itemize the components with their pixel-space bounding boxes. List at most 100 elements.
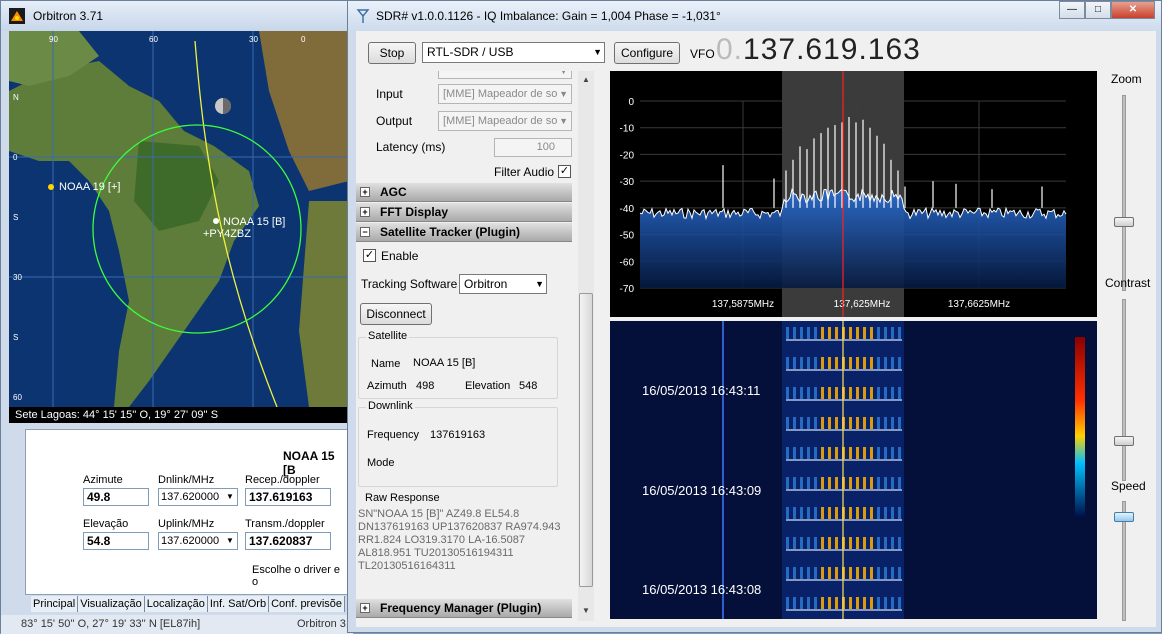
uplink-select[interactable]: 137.620000 ▼ <box>158 532 238 550</box>
tab-localizacao[interactable]: Localização <box>144 596 208 612</box>
downlink-group-title: Downlink <box>366 400 415 412</box>
y-tick-label: -60 <box>620 257 635 268</box>
minimize-button[interactable]: — <box>1059 1 1085 19</box>
waterfall-burst <box>800 387 803 399</box>
waterfall-burst <box>870 477 873 489</box>
raw-line: AL818.951 TU20130516194311 <box>358 547 514 559</box>
panel-scrollbar[interactable]: ▲ ▼ <box>578 71 594 621</box>
waterfall-burst <box>870 327 873 339</box>
previous-select[interactable]: ▼ <box>438 71 572 79</box>
section-freq-manager-label: Frequency Manager (Plugin) <box>380 601 542 615</box>
status-coordinates: 83° 15' 50'' O, 27° 19' 33'' N [EL87ih] <box>21 618 201 630</box>
waterfall-burst <box>849 567 852 579</box>
waterfall-burst <box>891 357 894 369</box>
chevron-down-icon: ▼ <box>226 492 234 501</box>
waterfall-burst <box>863 597 866 609</box>
section-agc[interactable]: + AGC <box>356 183 572 202</box>
tab-visualizacao[interactable]: Visualização <box>78 596 145 612</box>
waterfall-burst <box>793 597 796 609</box>
tab-conf-previsoes[interactable]: Conf. previsõe <box>269 596 346 612</box>
uplink-label: Uplink/MHz <box>158 518 215 530</box>
filter-audio-checkbox[interactable]: ✓ <box>558 165 571 178</box>
latency-spinner[interactable]: 100 <box>494 138 572 157</box>
spectrum-analyzer[interactable]: 0 -10 -20 -30 -40 -50 -60 -70 137,5875MHz 137,625… <box>610 71 1097 317</box>
waterfall-burst <box>849 387 852 399</box>
output-select[interactable]: [MME] Mapeador de so ▼ <box>438 111 572 131</box>
maximize-button[interactable]: □ <box>1085 1 1111 19</box>
control-panel: ▼ Input [MME] Mapeador de so ▼ Output [M… <box>356 71 594 621</box>
waterfall-burst <box>849 507 852 519</box>
section-satellite-tracker[interactable]: − Satellite Tracker (Plugin) <box>356 223 572 242</box>
elevacao-label: Elevação <box>83 518 129 530</box>
y-tick-label: -10 <box>620 124 635 135</box>
waterfall-burst <box>786 537 789 549</box>
waterfall-burst <box>884 417 887 429</box>
waterfall-burst <box>877 597 880 609</box>
waterfall-burst <box>807 567 810 579</box>
raw-line: RR1.824 LO319.3170 LA-16.5087 <box>358 534 525 546</box>
waterfall-burst <box>786 597 789 609</box>
input-select[interactable]: [MME] Mapeador de so ▼ <box>438 84 572 104</box>
azimuth-value: 498 <box>416 380 435 392</box>
speed-label: Speed <box>1111 479 1146 493</box>
waterfall-burst <box>891 477 894 489</box>
recep-field[interactable]: 137.619163 <box>245 488 331 506</box>
waterfall-burst <box>828 357 831 369</box>
tracking-software-label: Tracking Software <box>361 277 458 291</box>
satellite-label-noaa19[interactable]: NOAA 19 [+] <box>59 181 120 193</box>
scroll-down-icon[interactable]: ▼ <box>582 606 590 615</box>
scroll-thumb[interactable] <box>579 293 593 587</box>
lat-label: 30 <box>13 273 22 282</box>
vfo-frequency-display[interactable]: 0.137.619.163 <box>716 33 921 67</box>
tab-principal[interactable]: Principal <box>31 596 79 612</box>
tab-inf-sat-orb[interactable]: Inf. Sat/Orb <box>207 596 270 612</box>
waterfall-burst <box>863 357 866 369</box>
stop-button[interactable]: Stop <box>368 42 416 64</box>
world-map[interactable]: 90 60 30 0 N 0 S 30 S 60 NOAA 19 [+] NOA… <box>9 31 349 407</box>
contrast-slider-knob[interactable] <box>1114 436 1134 446</box>
waterfall-burst <box>863 327 866 339</box>
elevacao-field[interactable]: 54.8 <box>83 532 149 550</box>
waterfall-burst <box>863 537 866 549</box>
transm-field[interactable]: 137.620837 <box>245 532 331 550</box>
waterfall-burst <box>828 327 831 339</box>
raw-line: SN"NOAA 15 [B]" AZ49.8 EL54.8 <box>358 508 520 520</box>
waterfall-line <box>786 519 902 521</box>
zoom-slider-knob[interactable] <box>1114 217 1134 227</box>
elevation-value: 548 <box>519 380 538 392</box>
tracking-software-select[interactable]: Orbitron ▼ <box>459 274 547 294</box>
zoom-track[interactable] <box>1122 95 1126 291</box>
waterfall-display[interactable]: 16/05/2013 16:43:11 16/05/2013 16:43:09 … <box>610 321 1097 619</box>
contrast-track[interactable] <box>1122 299 1126 481</box>
satellite-label-noaa15[interactable]: NOAA 15 [B] <box>223 216 285 228</box>
speed-slider-knob[interactable] <box>1114 512 1134 522</box>
waterfall-line <box>786 609 902 611</box>
waterfall-burst <box>856 507 859 519</box>
dnlink-select[interactable]: 137.620000 ▼ <box>158 488 238 506</box>
section-frequency-manager[interactable]: + Frequency Manager (Plugin) <box>356 599 572 618</box>
waterfall-burst <box>800 507 803 519</box>
device-select[interactable]: RTL-SDR / USB ▼ <box>422 42 605 63</box>
waterfall-burst <box>877 567 880 579</box>
waterfall-burst <box>870 447 873 459</box>
enable-checkbox[interactable]: ✓ <box>363 249 376 262</box>
dnlink-label: Dnlink/MHz <box>158 474 215 486</box>
disconnect-button[interactable]: Disconnect <box>360 303 432 325</box>
section-fft[interactable]: + FFT Display <box>356 203 572 222</box>
waterfall-burst <box>884 537 887 549</box>
azimute-field[interactable]: 49.8 <box>83 488 149 506</box>
chevron-down-icon: ▼ <box>593 47 602 57</box>
sdr-titlebar[interactable]: SDR# v1.0.0.1126 - IQ Imbalance: Gain = … <box>348 1 1161 31</box>
scroll-up-icon[interactable]: ▲ <box>582 75 590 84</box>
waterfall-burst <box>814 507 817 519</box>
waterfall-burst <box>828 567 831 579</box>
orbitron-title: Orbitron 3.71 <box>33 9 104 23</box>
configure-button[interactable]: Configure <box>614 42 680 64</box>
orbitron-titlebar[interactable]: Orbitron 3.71 <box>1 1 351 31</box>
close-button[interactable]: ✕ <box>1111 1 1155 19</box>
lat-label: 60 <box>13 393 22 402</box>
waterfall-burst <box>849 537 852 549</box>
waterfall-burst <box>884 327 887 339</box>
waterfall-burst <box>835 477 838 489</box>
azimute-label: Azimute <box>83 474 123 486</box>
